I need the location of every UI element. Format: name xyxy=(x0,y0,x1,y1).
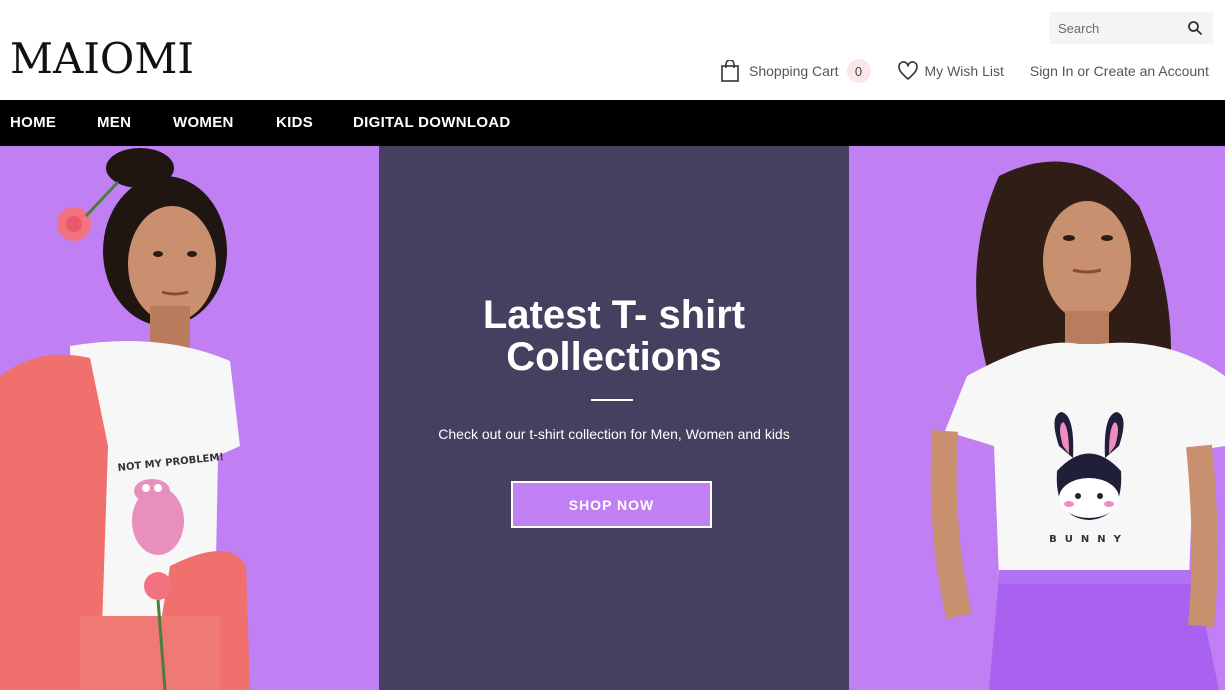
nav-item-digital-download[interactable]: DIGITAL DOWNLOAD xyxy=(353,114,511,131)
hero-title: Latest T- shirt Collections xyxy=(379,294,849,378)
heart-icon xyxy=(897,61,919,81)
hero-right-model-image: BUNNY xyxy=(849,146,1225,690)
nav-item-women[interactable]: WOMEN xyxy=(173,114,234,131)
hero-center-panel: Latest T- shirt Collections Check out ou… xyxy=(379,146,849,690)
hero-left-model-image: NOT MY PROBLEM! xyxy=(0,146,379,690)
nav-item-men[interactable]: MEN xyxy=(97,114,131,131)
hero-divider xyxy=(591,399,633,401)
logo-wordmark: MAIOMI xyxy=(10,34,194,83)
site-logo[interactable]: MAIOMI xyxy=(10,34,194,84)
shopping-cart-link[interactable]: Shopping Cart xyxy=(749,63,839,79)
nav-item-home[interactable]: HOME xyxy=(10,114,56,131)
search-icon[interactable] xyxy=(1187,20,1203,36)
hero-banner: NOT MY PROBLEM! Latest T- shirt Collecti… xyxy=(0,146,1225,690)
nav-item-kids[interactable]: KIDS xyxy=(276,114,313,131)
right-shirt-text: BUNNY xyxy=(1049,534,1129,545)
main-nav: HOME MEN WOMEN KIDS DIGITAL DOWNLOAD xyxy=(0,100,1225,146)
search-box xyxy=(1049,12,1213,44)
hero-title-line-2: Collections xyxy=(506,335,722,379)
sign-in-link[interactable]: Sign In or Create an Account xyxy=(1030,63,1209,79)
hero-title-line-1: Latest T- shirt xyxy=(482,293,746,337)
cart-count-badge[interactable]: 0 xyxy=(846,59,871,83)
wishlist-link[interactable]: My Wish List xyxy=(897,61,1004,81)
hero-subtitle: Check out our t-shirt collection for Men… xyxy=(438,426,790,442)
search-input[interactable] xyxy=(1049,13,1179,43)
wishlist-label: My Wish List xyxy=(924,63,1004,79)
header-utilities: Shopping Cart 0 My Wish List Sign In or … xyxy=(720,58,1209,84)
shop-now-button[interactable]: SHOP NOW xyxy=(511,481,712,528)
page: MAIOMI Shopping Cart 0 xyxy=(0,0,1225,700)
page-bottom-strip xyxy=(0,690,1225,700)
site-header: MAIOMI Shopping Cart 0 xyxy=(0,0,1225,100)
shopping-bag-icon[interactable] xyxy=(720,60,740,82)
